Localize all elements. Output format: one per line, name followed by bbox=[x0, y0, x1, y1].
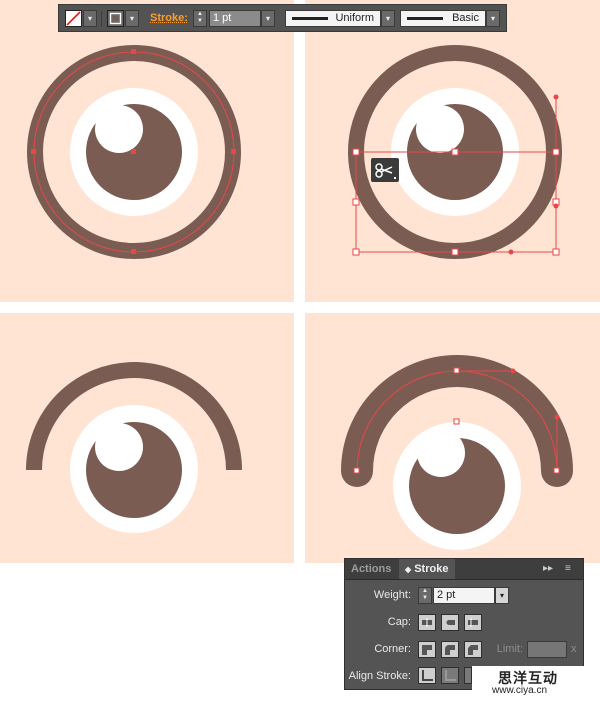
panel-menu-icon[interactable]: ≡ bbox=[565, 563, 571, 574]
miter-limit-field[interactable] bbox=[527, 641, 567, 658]
projecting-cap-button[interactable] bbox=[464, 614, 482, 631]
artboard-panel-1 bbox=[0, 0, 294, 302]
artboard-panel-4 bbox=[305, 313, 600, 563]
limit-unit-label: x bbox=[571, 643, 577, 655]
align-stroke-label: Align Stroke: bbox=[348, 670, 411, 682]
brush-dropdown-arrow-icon[interactable]: ▾ bbox=[486, 10, 500, 27]
no-fill-swatch-icon[interactable] bbox=[65, 10, 82, 27]
align-stroke-center-button[interactable] bbox=[418, 667, 436, 684]
brush-line-icon bbox=[407, 17, 443, 20]
miter-join-button[interactable] bbox=[418, 641, 436, 658]
stroke-weight-field[interactable]: 1 pt bbox=[209, 10, 261, 27]
brush-label: Basic bbox=[452, 12, 479, 24]
brush-definition-dropdown[interactable]: Basic bbox=[400, 10, 486, 27]
tab-stroke[interactable]: ◆ Stroke bbox=[399, 559, 455, 579]
scissors-icon bbox=[371, 158, 399, 182]
stroke-swatch-icon[interactable] bbox=[107, 10, 124, 27]
variable-width-profile-dropdown[interactable]: Uniform bbox=[285, 10, 381, 27]
corner-label: Corner: bbox=[374, 643, 411, 655]
watermark-url: www.ciya.cn bbox=[492, 685, 548, 696]
round-join-button[interactable] bbox=[441, 641, 459, 658]
weight-field[interactable]: 2 pt bbox=[433, 587, 495, 604]
align-stroke-inside-button[interactable] bbox=[441, 667, 459, 684]
collapse-panel-icon[interactable]: ▸▸ bbox=[543, 563, 553, 574]
weight-dropdown-arrow-icon[interactable]: ▾ bbox=[261, 10, 275, 27]
cap-label: Cap: bbox=[387, 616, 411, 628]
fill-dropdown-arrow-icon[interactable]: ▾ bbox=[83, 10, 97, 27]
panel-tab-bar: Actions ◆ Stroke ▸▸ ≡ bbox=[345, 559, 583, 580]
artboard-panel-3 bbox=[0, 313, 294, 563]
eye-illustration-1 bbox=[27, 45, 241, 259]
eye-illustration-3 bbox=[26, 362, 242, 533]
profile-line-icon bbox=[292, 17, 328, 20]
control-bar: ▾ ▾ Stroke: ▲ ▼ 1 pt ▾ Uniform ▾ Basic ▾ bbox=[58, 4, 507, 32]
align-stroke-outside-button[interactable] bbox=[464, 667, 472, 684]
eye-illustration-4 bbox=[341, 355, 573, 550]
bevel-join-button[interactable] bbox=[464, 641, 482, 658]
stroke-tab-arrows-icon: ◆ bbox=[405, 565, 412, 574]
round-cap-button[interactable] bbox=[441, 614, 459, 631]
watermark: 思洋互动 www.ciya.cn bbox=[472, 666, 594, 700]
eye-illustration-2 bbox=[348, 45, 562, 259]
stroke-label-link[interactable]: Stroke: bbox=[150, 12, 188, 24]
artboard-panel-2 bbox=[305, 0, 600, 302]
limit-label: Limit: bbox=[496, 643, 523, 655]
weight-label: Weight: bbox=[373, 589, 411, 601]
weight-stepper-icon[interactable]: ▲ ▼ bbox=[193, 10, 207, 27]
weight-stepper-icon[interactable]: ▲ ▼ bbox=[418, 587, 432, 604]
stroke-dropdown-arrow-icon[interactable]: ▾ bbox=[125, 10, 139, 27]
tab-actions[interactable]: Actions bbox=[345, 559, 397, 579]
tab-stroke-label: Stroke bbox=[414, 563, 449, 575]
separator bbox=[101, 11, 102, 27]
profile-dropdown-arrow-icon[interactable]: ▾ bbox=[381, 10, 395, 27]
weight-dropdown-arrow-icon[interactable]: ▾ bbox=[495, 587, 509, 604]
butt-cap-button[interactable] bbox=[418, 614, 436, 631]
profile-label: Uniform bbox=[335, 12, 374, 24]
